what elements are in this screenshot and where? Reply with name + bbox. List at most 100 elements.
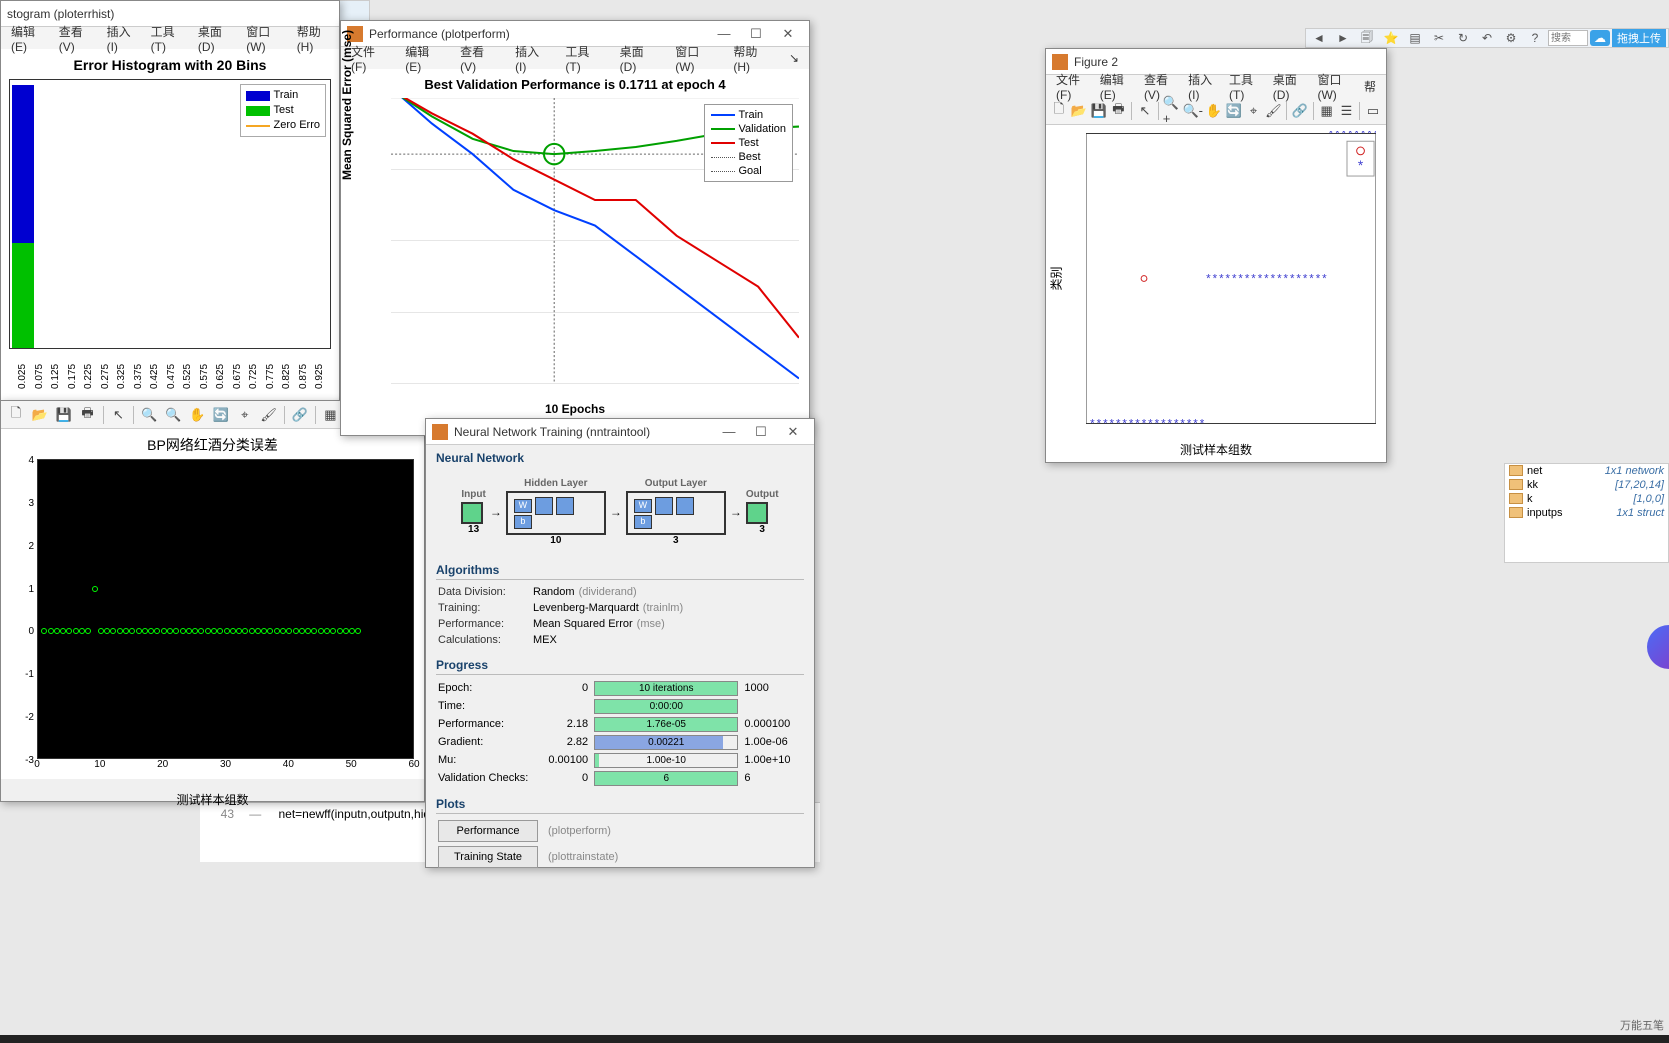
menu-insert[interactable]: 插入(I) bbox=[101, 21, 141, 56]
histogram-chart-title: Error Histogram with 20 Bins bbox=[9, 57, 331, 73]
menu-view[interactable]: 查看(V) bbox=[53, 21, 97, 56]
svg-text:*: * bbox=[1264, 272, 1269, 285]
brush-icon[interactable]: 🖌 bbox=[258, 404, 280, 426]
svg-text:*: * bbox=[1122, 417, 1127, 426]
menu-tools[interactable]: 工具(T) bbox=[145, 21, 188, 56]
nav-back-icon[interactable]: ◄ bbox=[1308, 29, 1330, 47]
nn-diagram: Input 13 → Hidden Layer W b 10 → Output … bbox=[426, 467, 814, 557]
floating-assist-button[interactable] bbox=[1647, 625, 1669, 669]
progress-bar: 10 iterations bbox=[594, 681, 738, 696]
save-icon[interactable]: 💾 bbox=[1090, 100, 1108, 122]
workspace-row[interactable]: kk[17,20,14] bbox=[1505, 478, 1668, 492]
svg-text:*: * bbox=[1180, 417, 1185, 426]
svg-text:*: * bbox=[1367, 131, 1372, 140]
svg-text:*: * bbox=[1097, 417, 1102, 426]
nn-hidden-box: W b bbox=[506, 491, 606, 535]
doc-icon[interactable]: 🗐 bbox=[1356, 29, 1378, 47]
rotate-icon[interactable]: 🔄 bbox=[1225, 100, 1243, 122]
nn-progress-table: Epoch: 0 10 iterations 1000Time: 0:00:00… bbox=[426, 675, 814, 791]
svg-text:*: * bbox=[1303, 272, 1308, 285]
menu-desktop[interactable]: 桌面(D) bbox=[192, 21, 236, 56]
taskbar bbox=[0, 1035, 1669, 1043]
cloud-icon[interactable]: ☁ bbox=[1590, 30, 1610, 46]
maximize-button[interactable]: ☐ bbox=[746, 422, 776, 442]
zoomin-icon[interactable]: 🔍 bbox=[138, 404, 160, 426]
datacursor-icon[interactable]: ⌖ bbox=[234, 404, 256, 426]
performance-legend: Train Validation Test Best Goal bbox=[704, 104, 794, 182]
svg-text:*: * bbox=[1335, 131, 1340, 140]
save-icon[interactable]: 💾 bbox=[53, 404, 75, 426]
settings-icon[interactable]: ⚙ bbox=[1500, 29, 1522, 47]
open-icon[interactable]: 📂 bbox=[1070, 100, 1088, 122]
progress-bar: 0:00:00 bbox=[594, 699, 738, 714]
var-icon bbox=[1509, 465, 1523, 476]
svg-text:*: * bbox=[1309, 272, 1314, 285]
datacursor-icon[interactable]: ⌖ bbox=[1245, 100, 1263, 122]
print-icon[interactable]: 🖶 bbox=[77, 404, 99, 426]
workspace-row[interactable]: k[1,0,0] bbox=[1505, 492, 1668, 506]
svg-text:*: * bbox=[1168, 417, 1173, 426]
help-icon[interactable]: ? bbox=[1524, 29, 1546, 47]
new-icon[interactable]: 🗋 bbox=[1050, 100, 1068, 122]
nn-algorithms-header: Algorithms bbox=[426, 557, 814, 579]
svg-text:*: * bbox=[1342, 131, 1347, 140]
zoomin-icon[interactable]: 🔍+ bbox=[1163, 100, 1181, 122]
pan-icon[interactable]: ✋ bbox=[1205, 100, 1223, 122]
svg-text:*: * bbox=[1238, 272, 1243, 285]
brush-icon[interactable]: 🖌 bbox=[1264, 100, 1282, 122]
menu-edit[interactable]: 编辑(E) bbox=[5, 21, 49, 56]
workspace-panel: net1x1 networkkk[17,20,14]k[1,0,0]inputp… bbox=[1504, 463, 1669, 563]
svg-text:*: * bbox=[1161, 417, 1166, 426]
svg-text:*: * bbox=[1206, 272, 1211, 285]
layout-icon[interactable]: ▭ bbox=[1364, 100, 1382, 122]
colorbar-icon[interactable]: ▦ bbox=[1318, 100, 1336, 122]
bp-ylabel: 分类误差 bbox=[0, 552, 2, 600]
svg-text:*: * bbox=[1090, 417, 1095, 426]
cut-icon[interactable]: ✂ bbox=[1428, 29, 1450, 47]
undo-icon[interactable]: ↶ bbox=[1476, 29, 1498, 47]
svg-text:*: * bbox=[1296, 272, 1301, 285]
pointer-icon[interactable]: ↖ bbox=[1136, 100, 1154, 122]
svg-text:*: * bbox=[1213, 272, 1218, 285]
svg-text:*: * bbox=[1193, 417, 1198, 426]
layers-icon[interactable]: ▤ bbox=[1404, 29, 1426, 47]
svg-text:*: * bbox=[1155, 417, 1160, 426]
main-top-toolbar: ◄ ► 🗐 ⭐ ▤ ✂ ↻ ↶ ⚙ ? ☁ 拖拽上传 bbox=[1305, 28, 1669, 48]
minimize-button[interactable]: — bbox=[714, 422, 744, 442]
print-icon[interactable]: 🖶 bbox=[1109, 100, 1127, 122]
search-input[interactable] bbox=[1548, 30, 1588, 46]
nav-fwd-icon[interactable]: ► bbox=[1332, 29, 1354, 47]
workspace-row[interactable]: inputps1x1 struct bbox=[1505, 506, 1668, 520]
plot-button[interactable]: Performance bbox=[438, 820, 538, 842]
colorbar-icon[interactable]: ▦ bbox=[320, 404, 342, 426]
toolbar-toggle-icon[interactable]: ↘ bbox=[783, 49, 805, 67]
figure2-ylabel: 类别 bbox=[1048, 266, 1065, 290]
var-icon bbox=[1509, 493, 1523, 504]
close-button[interactable]: ✕ bbox=[778, 422, 808, 442]
pan-icon[interactable]: ✋ bbox=[186, 404, 208, 426]
new-icon[interactable]: 🗋 bbox=[5, 404, 27, 426]
open-icon[interactable]: 📂 bbox=[29, 404, 51, 426]
upload-button[interactable]: 拖拽上传 bbox=[1612, 29, 1666, 47]
menu-help[interactable]: 帮助(H) bbox=[291, 21, 335, 56]
figure2-window: Figure 2 文件(F) 编辑(E) 查看(V) 插入(I) 工具(T) 桌… bbox=[1045, 48, 1387, 463]
refresh-icon[interactable]: ↻ bbox=[1452, 29, 1474, 47]
nn-algorithms-table: Data Division:Random(dividerand)Training… bbox=[426, 580, 814, 652]
performance-xlabel: 10 Epochs bbox=[351, 402, 799, 416]
zoomout-icon[interactable]: 🔍 bbox=[162, 404, 184, 426]
zoomout-icon[interactable]: 🔍- bbox=[1183, 100, 1204, 122]
pointer-icon[interactable]: ↖ bbox=[108, 404, 130, 426]
link-icon[interactable]: 🔗 bbox=[289, 404, 311, 426]
legend-icon[interactable]: ☰ bbox=[1338, 100, 1356, 122]
menu-window[interactable]: 窗口(W) bbox=[240, 21, 286, 56]
workspace-row[interactable]: net1x1 network bbox=[1505, 464, 1668, 478]
line-number: 43 bbox=[204, 807, 234, 821]
nn-progress-header: Progress bbox=[426, 652, 814, 674]
link-icon[interactable]: 🔗 bbox=[1291, 100, 1309, 122]
rotate-icon[interactable]: 🔄 bbox=[210, 404, 232, 426]
star-icon[interactable]: ⭐ bbox=[1380, 29, 1402, 47]
svg-text:*: * bbox=[1277, 272, 1282, 285]
plot-button[interactable]: Training State bbox=[438, 846, 538, 868]
performance-window: Performance (plotperform) — ☐ ✕ 文件(F) 编辑… bbox=[340, 20, 810, 436]
svg-text:*: * bbox=[1329, 131, 1334, 140]
